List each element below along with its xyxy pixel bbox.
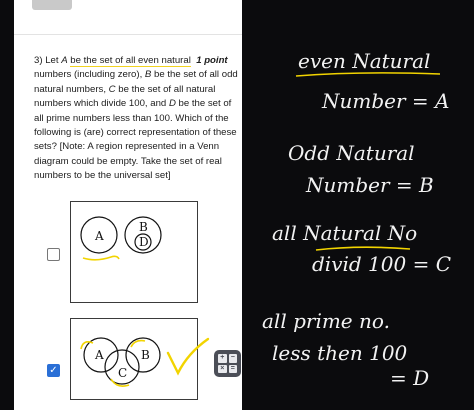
- handwritten-notes: even Natural Number = A Odd Natural Numb…: [262, 49, 451, 390]
- note-line-7: all prime no.: [262, 309, 390, 333]
- note-line-3: Odd Natural: [288, 141, 415, 165]
- note-line-6: divid 100 = C: [312, 252, 451, 276]
- note-underline-5: [315, 246, 411, 251]
- note-line-5: all Natural No: [272, 221, 417, 245]
- note-line-8: less then 100: [272, 341, 408, 365]
- note-line-9: = D: [390, 366, 429, 390]
- note-line-1: even Natural: [298, 49, 430, 73]
- note-line-4: Number = B: [305, 173, 434, 197]
- note-underline-1: [295, 72, 441, 77]
- note-line-2: Number = A: [321, 89, 449, 113]
